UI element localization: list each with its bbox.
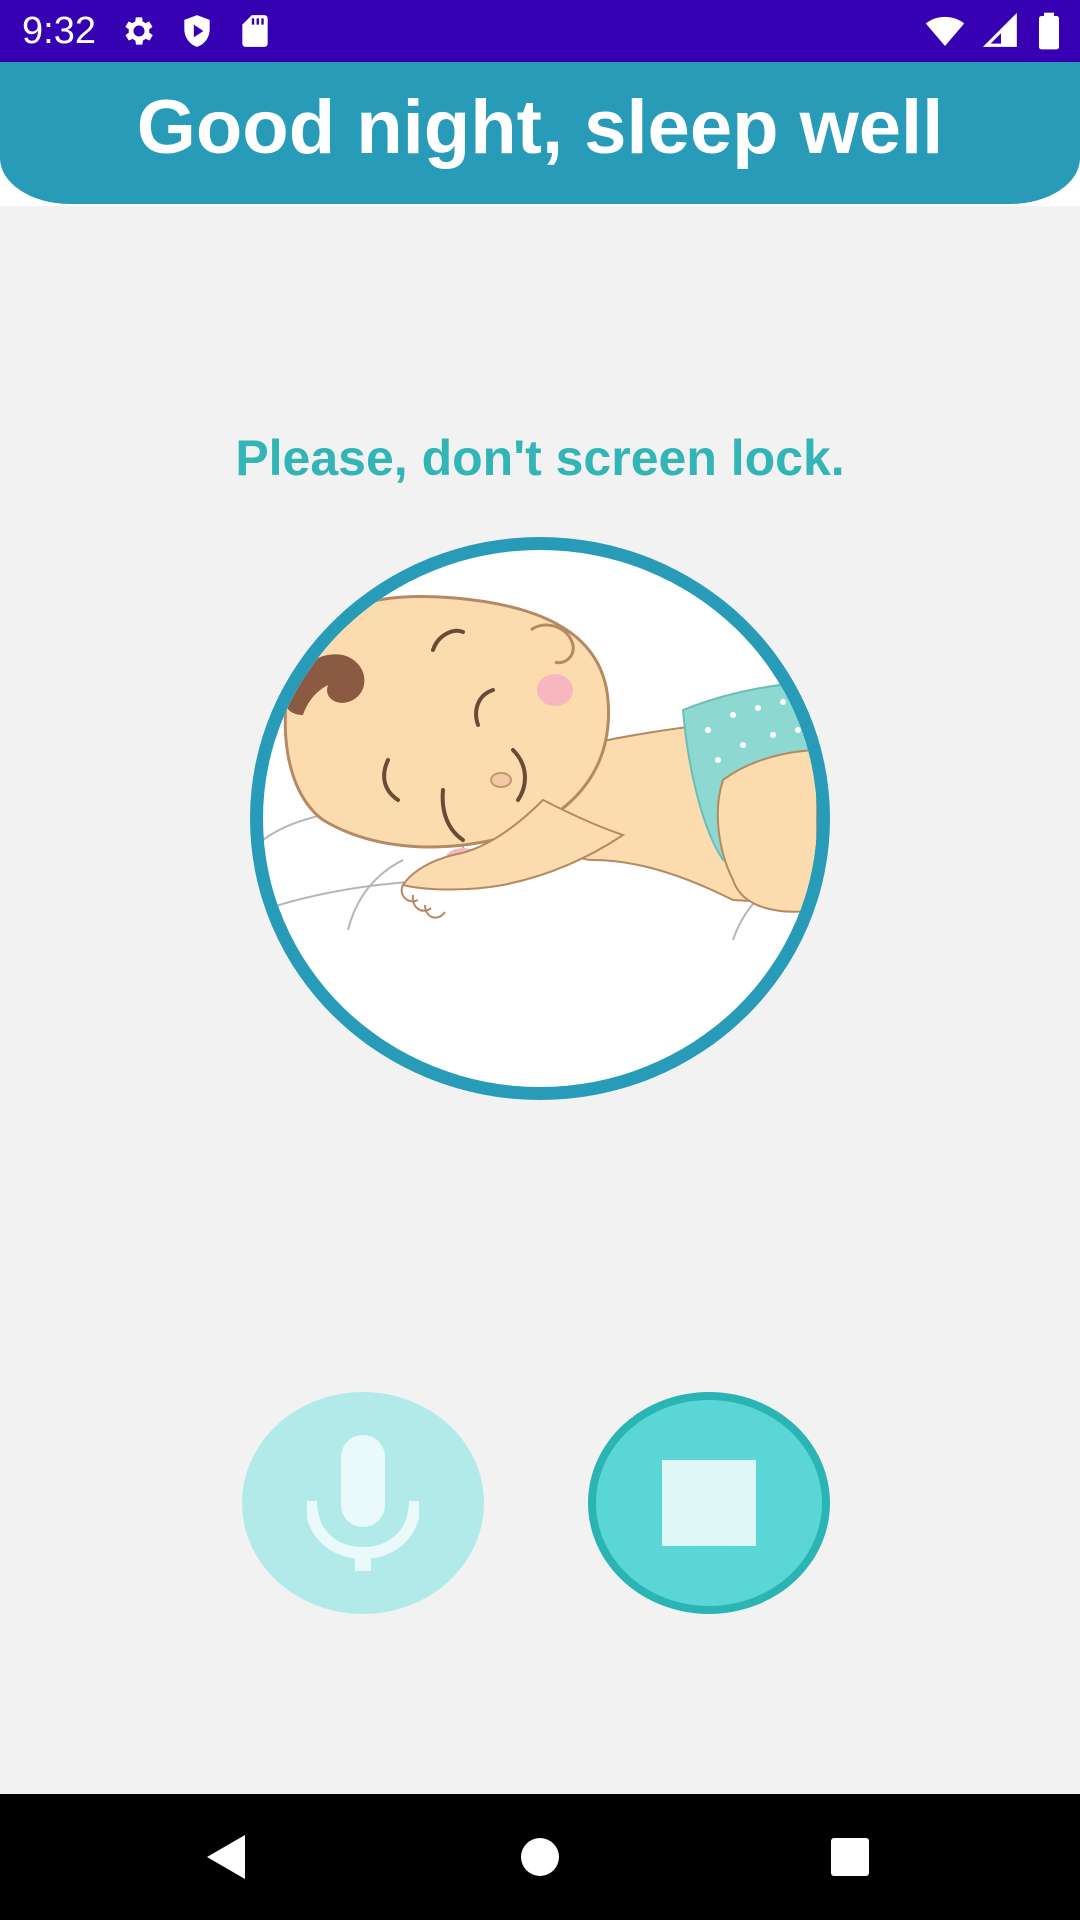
recents-icon — [831, 1838, 869, 1876]
back-icon — [207, 1835, 245, 1879]
status-left-icons — [120, 11, 274, 51]
microphone-button[interactable] — [242, 1392, 484, 1614]
battery-icon — [1039, 12, 1059, 50]
baby-illustration — [263, 595, 817, 941]
status-time: 9:32 — [22, 10, 96, 52]
screen: 9:32 Good night, sleep well Please, don'… — [0, 0, 1080, 1920]
microphone-icon — [307, 1435, 419, 1571]
stop-button[interactable] — [588, 1392, 830, 1614]
sleeping-baby-image — [250, 537, 830, 1100]
app-header: Good night, sleep well — [0, 62, 1080, 204]
wifi-icon — [925, 16, 965, 46]
system-nav-bar — [0, 1794, 1080, 1920]
status-right-icons — [924, 11, 1062, 51]
nav-recents-button[interactable] — [770, 1794, 930, 1920]
status-bar: 9:32 — [0, 0, 1080, 62]
cell-signal-icon — [982, 12, 1017, 47]
header-title: Good night, sleep well — [136, 85, 944, 170]
sd-card-icon — [242, 15, 268, 47]
shield-play-icon — [184, 15, 210, 47]
stop-icon — [662, 1460, 756, 1546]
screen-lock-message: Please, don't screen lock. — [235, 430, 845, 486]
home-icon — [521, 1838, 559, 1876]
nav-home-button[interactable] — [460, 1794, 620, 1920]
gear-icon — [125, 17, 153, 45]
nav-back-button[interactable] — [145, 1794, 305, 1920]
